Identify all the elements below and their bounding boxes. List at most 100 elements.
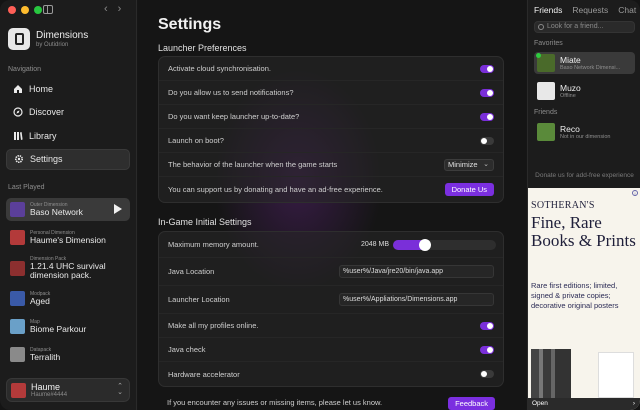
profile-name: Biome Parkour: [30, 324, 87, 335]
sidebar-item-label: Library: [29, 130, 57, 141]
close-window-button[interactable]: [8, 6, 16, 14]
friend-status: Not in our dimension: [560, 134, 611, 140]
setting-label: Maximum memory amount.: [168, 240, 259, 249]
profile-thumbnail: [10, 202, 25, 217]
played-item-baso-network[interactable]: Outer Dimension Baso Network: [6, 198, 130, 221]
sidebar-item-library[interactable]: Library: [6, 125, 130, 146]
friend-name: Miate: [560, 55, 581, 65]
friends-tabs: Friends Requests Chat: [534, 5, 636, 15]
launch-on-boot-toggle[interactable]: [480, 136, 494, 145]
setting-row-java-location: Java Location %user%/Java/jre20/bin/java…: [159, 258, 503, 286]
profile-thumbnail: [10, 260, 25, 276]
profiles-online-toggle[interactable]: [480, 321, 494, 330]
favorites-label: Favorites: [534, 40, 563, 47]
played-item-uhc-pack[interactable]: Dimension Pack 1.21.4 UHC survival dimen…: [6, 254, 130, 282]
java-check-toggle[interactable]: [480, 345, 494, 354]
ad-brand: SOTHERAN'S: [531, 200, 595, 211]
account-switcher[interactable]: Haume Haume#4444 ⌃ ⌄: [6, 378, 130, 402]
setting-row-auto-update: Do you want keep launcher up-to-date?: [159, 105, 503, 129]
friend-item-muzo[interactable]: Muzo Offline: [534, 80, 635, 102]
setting-label: Java check: [168, 345, 206, 354]
minimize-window-button[interactable]: [21, 6, 29, 14]
ingame-settings-panel: Maximum memory amount. 2048 MB Java Loca…: [158, 231, 504, 387]
feedback-button[interactable]: Feedback: [448, 397, 495, 410]
played-item-biome-parkour[interactable]: Map Biome Parkour: [6, 315, 130, 338]
search-icon: [538, 24, 544, 30]
memory-slider[interactable]: [393, 238, 496, 251]
notifications-toggle[interactable]: [480, 88, 494, 97]
select-value: Minimize: [448, 159, 478, 169]
sidebar-item-home[interactable]: Home: [6, 78, 130, 99]
setting-label: Launcher Location: [168, 295, 230, 304]
cloud-sync-toggle[interactable]: [480, 64, 494, 73]
hardware-accelerator-toggle[interactable]: [480, 370, 494, 378]
played-item-terralith[interactable]: Datapack Terralith: [6, 343, 130, 366]
friends-label: Friends: [534, 109, 558, 116]
app-name: Dimensions: [36, 30, 89, 41]
search-placeholder: Look for a friend...: [547, 23, 604, 30]
friend-item-reco[interactable]: Reco Not in our dimension: [534, 121, 635, 143]
memory-value: 2048 MB: [361, 241, 390, 248]
history-nav: ‹ ›: [104, 3, 121, 15]
profile-thumbnail: [10, 230, 25, 245]
played-item-haumes-dimension[interactable]: Personal Dimension Haume's Dimension: [6, 226, 130, 249]
sidebar-item-label: Settings: [30, 154, 63, 164]
tab-chat[interactable]: Chat: [618, 5, 636, 15]
setting-row-notifications: Do you allow us to send notifications?: [159, 81, 503, 105]
last-played-label: Last Played: [8, 184, 45, 191]
played-item-aged[interactable]: Modpack Aged: [6, 287, 130, 310]
setting-label: Make all my profiles online.: [168, 321, 259, 330]
play-icon[interactable]: [114, 204, 122, 214]
memory-slider-handle[interactable]: [418, 238, 431, 251]
profile-name: Terralith: [30, 352, 61, 363]
ad-page-image: [598, 352, 634, 398]
feedback-row: If you encounter any issues or missing i…: [158, 396, 504, 410]
avatar: [537, 82, 555, 100]
setting-label: Java Location: [168, 267, 215, 276]
setting-row-java-check: Java check: [159, 338, 503, 362]
library-icon: [14, 131, 23, 140]
friends-panel: Friends Requests Chat Look for a friend.…: [527, 0, 640, 410]
sidebar-item-discover[interactable]: Discover: [6, 102, 130, 123]
settings-main: Settings Launcher Preferences Activate c…: [138, 0, 526, 410]
setting-row-launch-behavior: The behavior of the launcher when the ga…: [159, 153, 503, 177]
page-title: Settings: [158, 16, 222, 33]
advertisement[interactable]: i SOTHERAN'S Fine, Rare Books & Prints R…: [528, 188, 640, 410]
friend-search-input[interactable]: Look for a friend...: [534, 21, 635, 33]
sidebar-item-settings[interactable]: Settings: [6, 148, 130, 170]
launcher-location-field[interactable]: %user%/Appliations/Dimensions.app: [339, 293, 494, 306]
account-tag: Haume#4444: [31, 392, 68, 398]
home-icon: [14, 84, 22, 93]
zoom-window-button[interactable]: [34, 6, 42, 14]
java-location-field[interactable]: %user%/Java/jre20/bin/java.app: [339, 265, 494, 278]
forward-arrow-icon[interactable]: ›: [118, 3, 122, 15]
tab-friends[interactable]: Friends: [534, 5, 562, 15]
setting-row-profiles-online: Make all my profiles online.: [159, 314, 503, 338]
ad-open-label: Open: [532, 400, 548, 407]
friend-name: Muzo: [560, 83, 581, 93]
friend-item-miate[interactable]: Miate Baso Network Dimensi...: [534, 52, 635, 74]
online-status-icon: [536, 53, 541, 58]
friend-status: Offline: [560, 93, 576, 99]
feedback-text: If you encounter any issues or missing i…: [167, 398, 383, 407]
chevron-updown-icon: ⌃ ⌄: [117, 383, 123, 396]
setting-row-launch-on-boot: Launch on boot?: [159, 129, 503, 153]
donate-button[interactable]: Donate Us: [444, 183, 494, 196]
sidebar-toggle-icon[interactable]: [43, 5, 53, 14]
sidebar-item-label: Home: [29, 83, 54, 94]
window-controls: [8, 6, 42, 14]
launcher-preferences-panel: Activate cloud synchronisation. Do you a…: [158, 56, 504, 203]
setting-row-donate: You can support us by donating and have …: [159, 177, 503, 202]
last-played-list: Outer Dimension Baso Network Personal Di…: [6, 198, 130, 371]
launch-behavior-select[interactable]: Minimize ⌄: [444, 158, 494, 171]
profile-thumbnail: [10, 347, 25, 362]
tab-requests[interactable]: Requests: [572, 5, 608, 15]
auto-update-toggle[interactable]: [480, 112, 494, 121]
ad-open-button[interactable]: Open ›: [528, 398, 640, 410]
launcher-section-title: Launcher Preferences: [158, 43, 247, 53]
avatar: [11, 382, 26, 398]
ad-info-icon[interactable]: i: [632, 190, 638, 196]
setting-label: Activate cloud synchronisation.: [168, 64, 271, 73]
back-arrow-icon[interactable]: ‹: [104, 3, 108, 15]
setting-label: Do you want keep launcher up-to-date?: [168, 112, 300, 121]
